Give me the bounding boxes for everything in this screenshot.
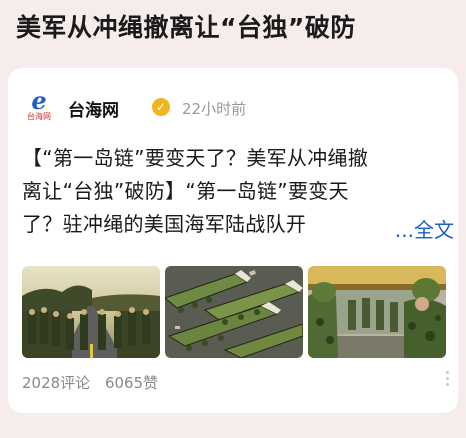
post-image-camouflage-soldiers[interactable] — [308, 266, 446, 358]
more-options-icon[interactable] — [442, 368, 452, 392]
post-body-line: 【“第一岛链”要变天了？美军从冲绳撤 — [22, 146, 369, 170]
post-image-soldiers-marching[interactable] — [22, 266, 160, 358]
post-image-missile-vehicles[interactable] — [165, 266, 303, 358]
camouflage-soldiers-image — [308, 266, 446, 358]
image-grid — [22, 266, 446, 358]
news-card[interactable]: e 台海网 台海网 ✓ 22小时前 【“第一岛链”要变天了？美军从冲绳撤 离让“… — [8, 68, 458, 413]
comment-count[interactable]: 2028评论 — [22, 374, 90, 392]
source-logo[interactable]: e 台海网 — [22, 86, 56, 124]
post-time: 22小时前 — [182, 100, 247, 118]
post-body[interactable]: 【“第一岛链”要变天了？美军从冲绳撤 离让“台独”破防】“第一岛链”要变天 了？… — [22, 142, 452, 241]
source-row: e 台海网 台海网 ✓ 22小时前 — [22, 86, 442, 124]
logo-text: 台海网 — [27, 112, 51, 121]
engagement-stats: 2028评论 6065赞 — [22, 372, 168, 393]
missile-vehicles-image — [165, 266, 303, 358]
post-body-line: 了？驻冲绳的美国海军陆战队开 — [22, 212, 307, 236]
read-more-link[interactable]: ...全文 — [395, 214, 454, 247]
soldiers-marching-image — [22, 266, 160, 358]
post-body-line: 离让“台独”破防】“第一岛链”要变天 — [22, 179, 349, 203]
logo-e-icon: e — [31, 86, 47, 115]
verified-badge-icon: ✓ — [152, 98, 170, 116]
like-count[interactable]: 6065赞 — [105, 374, 158, 392]
source-name[interactable]: 台海网 — [68, 96, 119, 121]
page-headline: 美军从冲绳撤离让“台独”破防 — [16, 13, 356, 42]
